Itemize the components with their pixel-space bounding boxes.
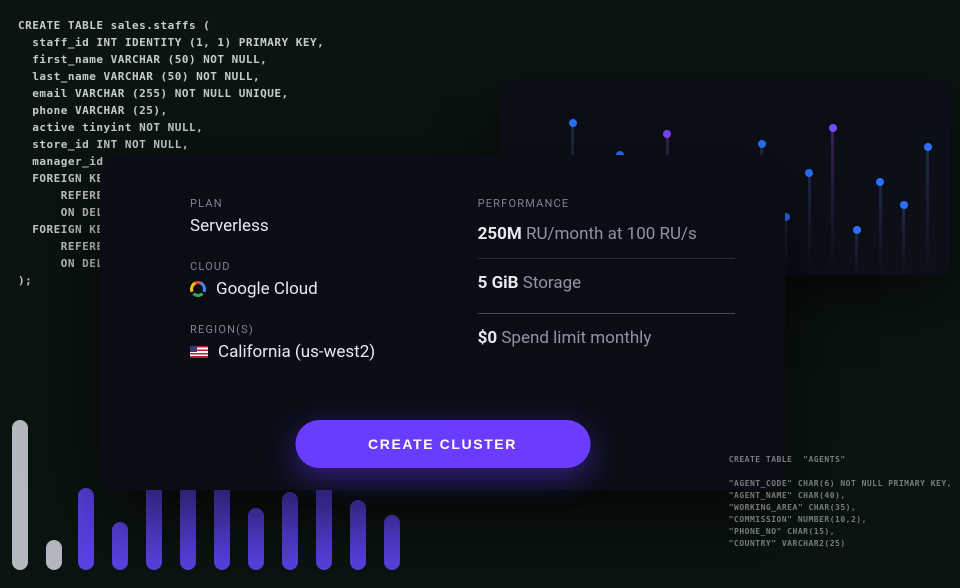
performance-spend-bold: $0 xyxy=(478,328,498,348)
region-label: REGION(S) xyxy=(190,323,428,336)
performance-spend-rest: Spend limit monthly xyxy=(501,328,651,348)
create-cluster-button[interactable]: CREATE CLUSTER xyxy=(295,420,590,468)
performance-label: PERFORMANCE xyxy=(478,197,735,210)
region-value: California (us-west2) xyxy=(218,342,375,362)
divider xyxy=(478,258,735,259)
decorative-bars-gray xyxy=(12,420,62,570)
create-cluster-card: PLAN Serverless CLOUD Google Cloud REGIO… xyxy=(100,155,785,490)
performance-ru-line: 250M RU/month at 100 RU/s xyxy=(478,224,735,244)
google-cloud-icon xyxy=(190,281,206,297)
background-code-small: CREATE TABLE "AGENTS" "AGENT_CODE" CHAR(… xyxy=(729,454,952,550)
performance-storage-line: 5 GiB Storage xyxy=(478,273,735,293)
performance-storage-rest: Storage xyxy=(523,273,581,293)
cloud-label: CLOUD xyxy=(190,260,428,273)
divider-strong xyxy=(478,313,735,314)
performance-ru-rest: RU/month at 100 RU/s xyxy=(526,224,697,244)
us-flag-icon xyxy=(190,346,208,358)
performance-storage-bold: 5 GiB xyxy=(478,273,519,293)
plan-label: PLAN xyxy=(190,197,428,210)
plan-value: Serverless xyxy=(190,216,428,236)
performance-ru-bold: 250M xyxy=(478,224,522,244)
performance-spend-line: $0 Spend limit monthly xyxy=(478,328,735,348)
cloud-value: Google Cloud xyxy=(216,279,318,299)
